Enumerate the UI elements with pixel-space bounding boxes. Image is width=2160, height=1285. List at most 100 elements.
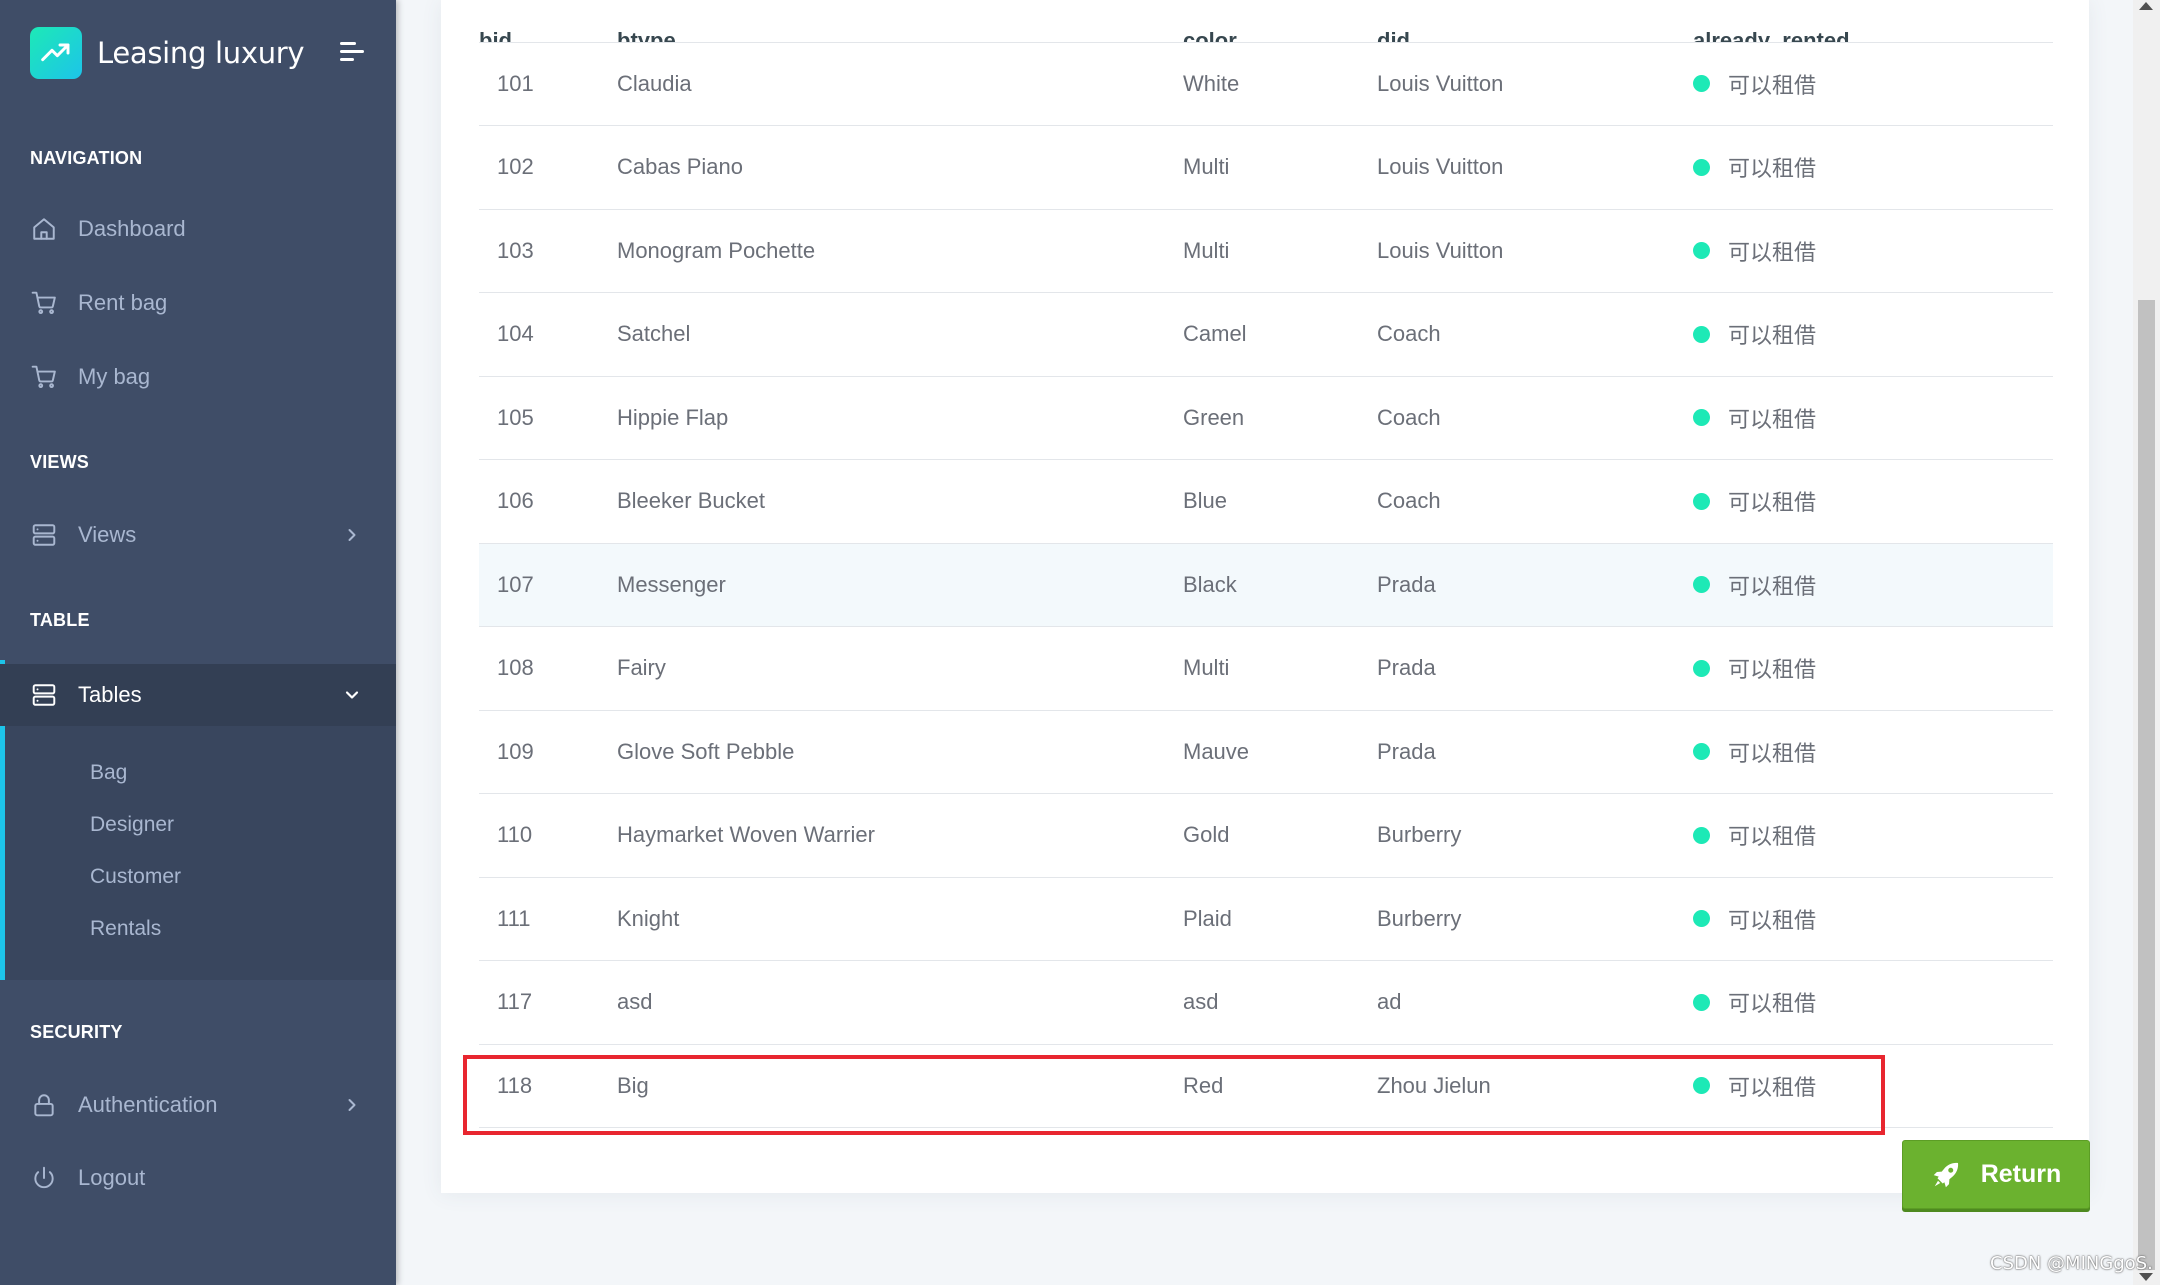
cell-btype: Bleeker Bucket: [617, 459, 1183, 544]
watermark: CSDN @MINGgoS.: [1990, 1253, 2153, 1274]
cell-did: Louis Vuitton: [1377, 209, 1693, 293]
section-caption-views: VIEWS: [30, 452, 90, 472]
status-text: 可以租借: [1728, 574, 1817, 600]
sidebar-item-label: Rent bag: [78, 290, 168, 315]
cell-bid: 105: [479, 376, 617, 460]
cell-already-rented: 可以租借: [1693, 292, 2053, 377]
sidebar-item-authentication[interactable]: Authentication: [0, 1078, 396, 1132]
column-header-color: color: [1183, 0, 1377, 43]
sidebar-item-my-bag[interactable]: My bag: [0, 350, 396, 404]
cell-did: Burberry: [1377, 793, 1693, 878]
table-row[interactable]: 111 Knight Plaid Burberry 可以租借: [479, 877, 2053, 961]
cell-bid: 102: [479, 125, 617, 210]
sidebar-item-rent-bag[interactable]: Rent bag: [0, 276, 396, 330]
table-row[interactable]: 102 Cabas Piano Multi Louis Vuitton 可以租借: [479, 125, 2053, 210]
scroll-down-arrow-icon[interactable]: [2139, 1273, 2153, 1281]
cell-did: Zhou Jielun: [1377, 1044, 1693, 1128]
cell-already-rented: 可以租借: [1693, 793, 2053, 878]
scroll-thumb[interactable]: [2138, 300, 2155, 1270]
table-row[interactable]: 108 Fairy Multi Prada 可以租借: [479, 626, 2053, 711]
cell-did: Prada: [1377, 626, 1693, 711]
cell-already-rented: 可以租借: [1693, 1044, 2053, 1128]
cell-color: Camel: [1183, 292, 1377, 377]
status-dot-icon: [1693, 993, 1710, 1011]
cell-did: Coach: [1377, 376, 1693, 460]
table-row[interactable]: 110 Haymarket Woven Warrier Gold Burberry 可以…: [479, 793, 2053, 878]
cell-btype: Cabas Piano: [617, 125, 1183, 210]
menu-toggle-button[interactable]: [340, 42, 366, 64]
return-button[interactable]: Return: [1902, 1140, 2090, 1209]
cell-color: Multi: [1183, 209, 1377, 293]
cart-icon: [30, 363, 58, 391]
cell-color: Mauve: [1183, 710, 1377, 794]
submenu-item-customer[interactable]: Customer: [90, 865, 181, 889]
status-dot-icon: [1693, 576, 1710, 594]
status-dot-icon: [1693, 409, 1710, 427]
cell-color: Green: [1183, 376, 1377, 460]
status-dot-icon: [1693, 1077, 1710, 1095]
table-row[interactable]: 107 Messenger Black Prada 可以租借: [479, 543, 2053, 627]
vertical-scrollbar[interactable]: [2133, 0, 2160, 1285]
cell-already-rented: 可以租借: [1693, 42, 2053, 126]
sidebar-item-views[interactable]: Views: [0, 508, 396, 562]
status-indicator: 可以租借: [1693, 652, 1816, 684]
sidebar-item-label: Dashboard: [78, 216, 186, 241]
table-body: 101 Claudia White Louis Vuitton 可以租借 102 Cabas…: [479, 42, 2053, 1128]
status-dot-icon: [1693, 242, 1710, 260]
rocket-icon: [1933, 1162, 1958, 1187]
cell-bid: 111: [479, 877, 617, 961]
cell-already-rented: 可以租借: [1693, 459, 2053, 544]
status-text: 可以租借: [1728, 825, 1817, 851]
cell-bid: 108: [479, 626, 617, 711]
sidebar-item-label: Views: [78, 522, 137, 547]
chevron-right-icon: [348, 529, 356, 541]
cell-color: White: [1183, 42, 1377, 126]
table-row[interactable]: 117 asd asd ad 可以租借: [479, 960, 2053, 1045]
status-text: 可以租借: [1728, 407, 1817, 433]
cell-bid: 107: [479, 543, 617, 627]
submenu-item-designer[interactable]: Designer: [90, 813, 174, 837]
chevron-down-icon: [345, 691, 359, 699]
cell-color: Multi: [1183, 626, 1377, 711]
table-row[interactable]: 103 Monogram Pochette Multi Louis Vuitton 可以…: [479, 209, 2053, 293]
column-header-already-rented: already_rented: [1693, 0, 2053, 43]
server-icon: [30, 521, 58, 549]
cell-bid: 117: [479, 960, 617, 1045]
sidebar-item-logout[interactable]: Logout: [0, 1151, 396, 1205]
section-caption-navigation: NAVIGATION: [30, 148, 143, 168]
sidebar-item-tables[interactable]: Tables: [0, 664, 396, 726]
cell-color: Multi: [1183, 125, 1377, 210]
bag-table: bid btype color did already_rented 101 Cl…: [479, 0, 2053, 1128]
cell-did: Coach: [1377, 459, 1693, 544]
table-row[interactable]: 106 Bleeker Bucket Blue Coach 可以租借: [479, 459, 2053, 544]
cell-color: Red: [1183, 1044, 1377, 1128]
submenu-item-rentals[interactable]: Rentals: [90, 917, 161, 941]
cell-btype: Knight: [617, 877, 1183, 961]
cell-color: Black: [1183, 543, 1377, 627]
column-header-did: did: [1377, 0, 1693, 43]
cell-already-rented: 可以租借: [1693, 710, 2053, 794]
table-row[interactable]: 109 Glove Soft Pebble Mauve Prada 可以租借: [479, 710, 2053, 794]
table-row[interactable]: 118 Big Red Zhou Jielun 可以租借: [479, 1044, 2053, 1128]
cell-already-rented: 可以租借: [1693, 543, 2053, 627]
submenu-item-bag[interactable]: Bag: [90, 761, 127, 785]
status-dot-icon: [1693, 492, 1710, 510]
cell-color: asd: [1183, 960, 1377, 1045]
status-indicator: 可以租借: [1693, 235, 1816, 267]
table-row[interactable]: 105 Hippie Flap Green Coach 可以租借: [479, 376, 2053, 460]
cart-icon: [30, 289, 58, 317]
cell-btype: asd: [617, 960, 1183, 1045]
scroll-up-arrow-icon[interactable]: [2139, 2, 2153, 10]
status-indicator: 可以租借: [1693, 1070, 1816, 1102]
sidebar-item-dashboard[interactable]: Dashboard: [0, 202, 396, 256]
cell-bid: 101: [479, 42, 617, 126]
brand[interactable]: Leasing luxury: [30, 26, 305, 80]
sidebar-item-label: My bag: [78, 364, 151, 389]
brand-name: Leasing luxury: [97, 36, 305, 70]
status-text: 可以租借: [1728, 157, 1817, 183]
table-row[interactable]: 101 Claudia White Louis Vuitton 可以租借: [479, 42, 2053, 126]
section-caption-table: TABLE: [30, 610, 90, 630]
status-indicator: 可以租借: [1693, 318, 1816, 350]
table-row[interactable]: 104 Satchel Camel Coach 可以租借: [479, 292, 2053, 377]
cell-btype: Fairy: [617, 626, 1183, 711]
